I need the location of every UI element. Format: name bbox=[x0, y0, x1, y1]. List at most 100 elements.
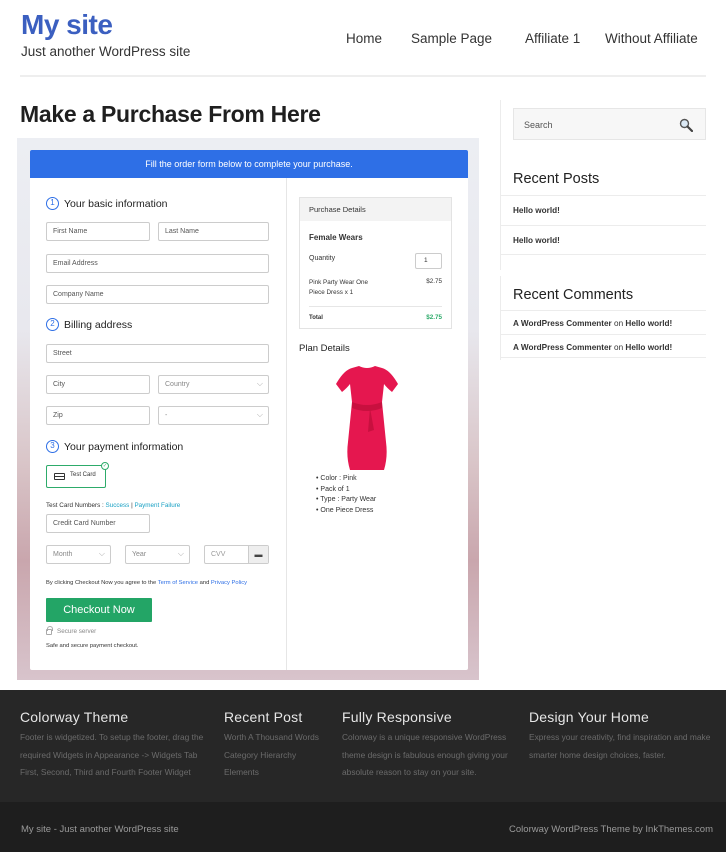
comment-author-link[interactable]: A WordPress Commenter bbox=[513, 343, 612, 352]
year-select[interactable]: Year bbox=[125, 545, 190, 564]
terms-text: By clicking Checkout Now you agree to th… bbox=[46, 580, 247, 586]
footer-col-recent-post: Recent Post Worth A Thousand Words Categ… bbox=[224, 709, 319, 782]
separator: | bbox=[131, 502, 133, 509]
footer-col-title: Recent Post bbox=[224, 709, 303, 725]
footer-col-title: Colorway Theme bbox=[20, 709, 129, 725]
step-title: Billing address bbox=[64, 318, 133, 331]
step-billing: 2 Billing address bbox=[46, 318, 132, 331]
step-basic-info: 1 Your basic information bbox=[46, 197, 168, 210]
lock-icon bbox=[46, 626, 53, 635]
site-header: My site Just another WordPress site Home… bbox=[0, 0, 726, 80]
payment-method-label: Test Card bbox=[70, 472, 96, 478]
total-value: $2.75 bbox=[426, 314, 442, 321]
footer-col-title: Design Your Home bbox=[529, 709, 649, 725]
terms-link[interactable]: Term of Service bbox=[158, 580, 198, 586]
card-icon: ▬ bbox=[248, 546, 268, 563]
comment-author-link[interactable]: A WordPress Commenter bbox=[513, 319, 612, 328]
footer-credit-link[interactable]: Colorway WordPress Theme by InkThemes.co… bbox=[509, 824, 713, 835]
search-icon[interactable] bbox=[679, 118, 693, 132]
comment-on: on bbox=[614, 319, 624, 328]
comment-post-link[interactable]: Hello world! bbox=[625, 319, 672, 328]
step-title: Your payment information bbox=[64, 440, 184, 453]
total-divider bbox=[309, 306, 442, 307]
agree-prefix: By clicking Checkout Now you agree to th… bbox=[46, 580, 157, 586]
agree-and: and bbox=[199, 580, 210, 586]
card-number-input[interactable]: Credit Card Number bbox=[46, 514, 150, 533]
success-link[interactable]: Success bbox=[106, 502, 130, 509]
step-number: 3 bbox=[46, 440, 59, 453]
item-name: Pink Party Wear One Piece Dress x 1 bbox=[309, 278, 368, 298]
header-divider bbox=[20, 75, 706, 77]
footer-text: absolute reason to stay on your site. bbox=[342, 767, 477, 777]
footer-col-colorway: Colorway Theme Footer is widgetized. To … bbox=[20, 709, 203, 782]
footer-text: First, Second, Third and Fourth Footer W… bbox=[20, 767, 191, 777]
footer-col-title: Fully Responsive bbox=[342, 709, 452, 725]
plan-feature: • Color : Pink bbox=[316, 475, 357, 482]
recent-post-link[interactable]: Hello world! bbox=[500, 225, 706, 255]
plan-feature: • One Piece Dress bbox=[316, 506, 374, 514]
street-input[interactable]: Street bbox=[46, 344, 269, 363]
plan-feature: • Pack of 1 bbox=[316, 485, 350, 493]
nav-affiliate-1[interactable]: Affiliate 1 bbox=[525, 31, 580, 46]
footer-text: theme design is fabulous enough giving y… bbox=[342, 749, 508, 760]
company-input[interactable]: Company Name bbox=[46, 285, 269, 304]
footer-text: Footer is widgetized. To setup the foote… bbox=[20, 732, 204, 742]
test-numbers-label: Test Card Numbers : bbox=[46, 502, 104, 509]
item-name-line-1: Pink Party Wear One bbox=[309, 279, 369, 286]
test-card-numbers: Test Card Numbers : Success | Payment Fa… bbox=[46, 502, 180, 509]
footer-post-link[interactable]: Worth A Thousand Words bbox=[224, 729, 319, 747]
recent-comment: A WordPress Commenter on Hello world! bbox=[500, 334, 706, 358]
search-input[interactable]: Search bbox=[513, 108, 706, 140]
plan-feature: • Type : Party Wear bbox=[316, 496, 377, 503]
privacy-link[interactable]: Privacy Policy bbox=[211, 580, 247, 586]
footer-widgets: Colorway Theme Footer is widgetized. To … bbox=[0, 690, 726, 802]
first-name-input[interactable]: First Name bbox=[46, 222, 150, 241]
step-number: 2 bbox=[46, 318, 59, 331]
footer-text: Colorway is a unique responsive WordPres… bbox=[342, 732, 507, 742]
credit-card-icon bbox=[54, 473, 65, 480]
checkout-now-button[interactable]: Checkout Now bbox=[46, 598, 152, 622]
check-icon: ✓ bbox=[101, 462, 109, 470]
nav-without-affiliate[interactable]: Without Affiliate bbox=[605, 31, 698, 46]
nav-sample-page[interactable]: Sample Page bbox=[411, 31, 492, 46]
checkout-form-image: Fill the order form below to complete yo… bbox=[17, 138, 479, 680]
purchase-details-box: Purchase Details Female Wears Quantity 1… bbox=[299, 197, 452, 329]
column-divider bbox=[286, 178, 287, 670]
item-price: $2.75 bbox=[426, 278, 442, 285]
footer-col-design-home: Design Your Home Express your creativity… bbox=[529, 709, 710, 764]
secure-server-text: Secure server bbox=[57, 628, 97, 635]
recent-post-link[interactable]: Hello world! bbox=[500, 195, 706, 225]
total-label: Total bbox=[309, 315, 323, 321]
last-name-input[interactable]: Last Name bbox=[158, 222, 269, 241]
main-nav: Home Sample Page Affiliate 1 Without Aff… bbox=[0, 31, 726, 49]
month-select[interactable]: Month bbox=[46, 545, 111, 564]
plan-details-title: Plan Details bbox=[299, 343, 350, 354]
product-category: Female Wears bbox=[309, 233, 363, 242]
recent-comment: A WordPress Commenter on Hello world! bbox=[500, 310, 706, 334]
footer-text: smarter home design choices, faster. bbox=[529, 749, 666, 760]
cvv-input[interactable]: CVV ▬ bbox=[204, 545, 269, 564]
footer-post-link[interactable]: Category Hierarchy bbox=[224, 747, 319, 765]
city-input[interactable]: City bbox=[46, 375, 150, 394]
comment-post-link[interactable]: Hello world! bbox=[625, 343, 672, 352]
country-select[interactable]: Country bbox=[158, 375, 269, 394]
checkout-card: Fill the order form below to complete yo… bbox=[30, 150, 468, 670]
footer-text: required Widgets in Appearance -> Widget… bbox=[20, 749, 198, 760]
recent-posts-title: Recent Posts bbox=[513, 171, 600, 187]
email-input[interactable]: Email Address bbox=[46, 254, 269, 273]
zip-input[interactable]: Zip bbox=[46, 406, 150, 425]
page-title: Make a Purchase From Here bbox=[20, 101, 321, 127]
item-name-line-2: Piece Dress x 1 bbox=[309, 289, 354, 296]
footer-bottom-bar: My site - Just another WordPress site Co… bbox=[0, 802, 726, 852]
payment-failure-link[interactable]: Payment Failure bbox=[134, 502, 180, 509]
state-select[interactable]: - bbox=[158, 406, 269, 425]
nav-home[interactable]: Home bbox=[346, 31, 382, 46]
test-card-option[interactable]: Test Card ✓ bbox=[46, 462, 109, 488]
quantity-input[interactable]: 1 bbox=[415, 253, 442, 269]
recent-comments-title: Recent Comments bbox=[513, 287, 634, 303]
quantity-label: Quantity bbox=[309, 255, 336, 262]
footer-col-responsive: Fully Responsive Colorway is a unique re… bbox=[342, 709, 508, 782]
footer-text: Express your creativity, find inspiratio… bbox=[529, 732, 711, 742]
comment-on: on bbox=[614, 343, 624, 352]
footer-post-link[interactable]: Elements bbox=[224, 764, 319, 782]
